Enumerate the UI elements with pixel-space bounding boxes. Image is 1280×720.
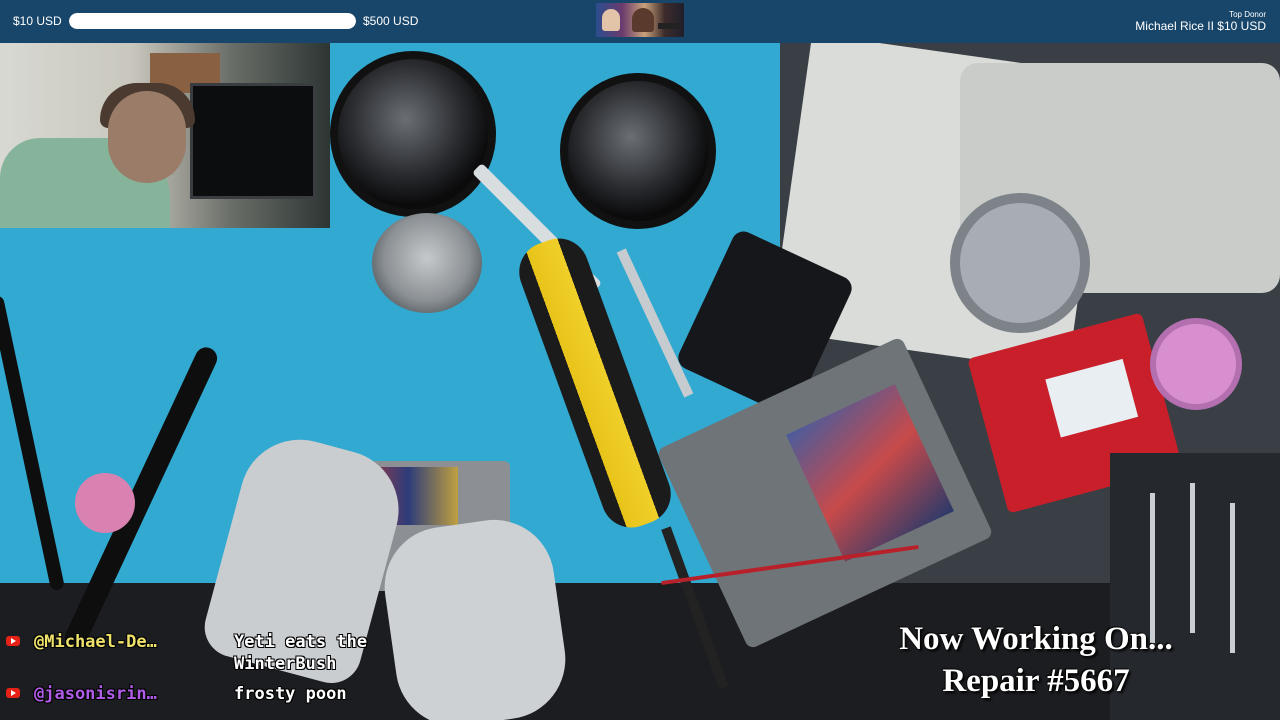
bag-barcode-label [1045, 358, 1139, 438]
top-donor-name: Michael Rice II $10 USD [1135, 19, 1266, 33]
thumbnail-figure-1 [602, 9, 620, 31]
solder-wick-spool [1150, 318, 1242, 410]
stream-thumbnail [596, 3, 684, 37]
rack-tool [1190, 483, 1195, 633]
streamer-head [108, 91, 186, 183]
goal-start-label: $10 USD [13, 14, 62, 28]
pink-ball [75, 473, 135, 533]
microscope-ring [950, 193, 1090, 333]
chat-message: @jasonisrin… frosty poon [6, 684, 347, 704]
youtube-icon [6, 688, 20, 698]
chat-message: @Michael-De… Yeti eats the WinterBush [6, 632, 367, 674]
chat-message-text: Yeti eats the [234, 632, 368, 652]
donation-goal-progress-fill [69, 13, 356, 29]
donation-goal-progress-bar [69, 13, 356, 29]
thumbnail-logo-bar [658, 23, 680, 29]
caption-line-2: Repair #5667 [942, 663, 1130, 699]
chat-username: @jasonisrin… [34, 684, 157, 704]
caption-line-1: Now Working On... [899, 621, 1173, 657]
chat-message-text-continued: WinterBush [234, 654, 337, 674]
youtube-icon [6, 636, 20, 646]
webcam-monitor [190, 83, 316, 199]
goal-end-label: $500 USD [363, 14, 419, 28]
repair-caption: Now Working On... Repair #5667 [880, 618, 1192, 702]
stream-overlay-bar: $10 USD $500 USD Top Donor Michael Rice … [0, 0, 1280, 43]
chat-username: @Michael-De… [34, 632, 157, 652]
rack-tool [1230, 503, 1235, 653]
chat-message-text: frosty poon [234, 684, 347, 704]
top-donor-label: Top Donor [1229, 10, 1266, 19]
webcam-inset [0, 43, 330, 228]
microscope-eyepiece-right [560, 73, 716, 229]
microscope-eyepiece-left [330, 51, 496, 217]
metal-parts-cup [372, 213, 482, 313]
thumbnail-figure-2 [632, 8, 654, 32]
